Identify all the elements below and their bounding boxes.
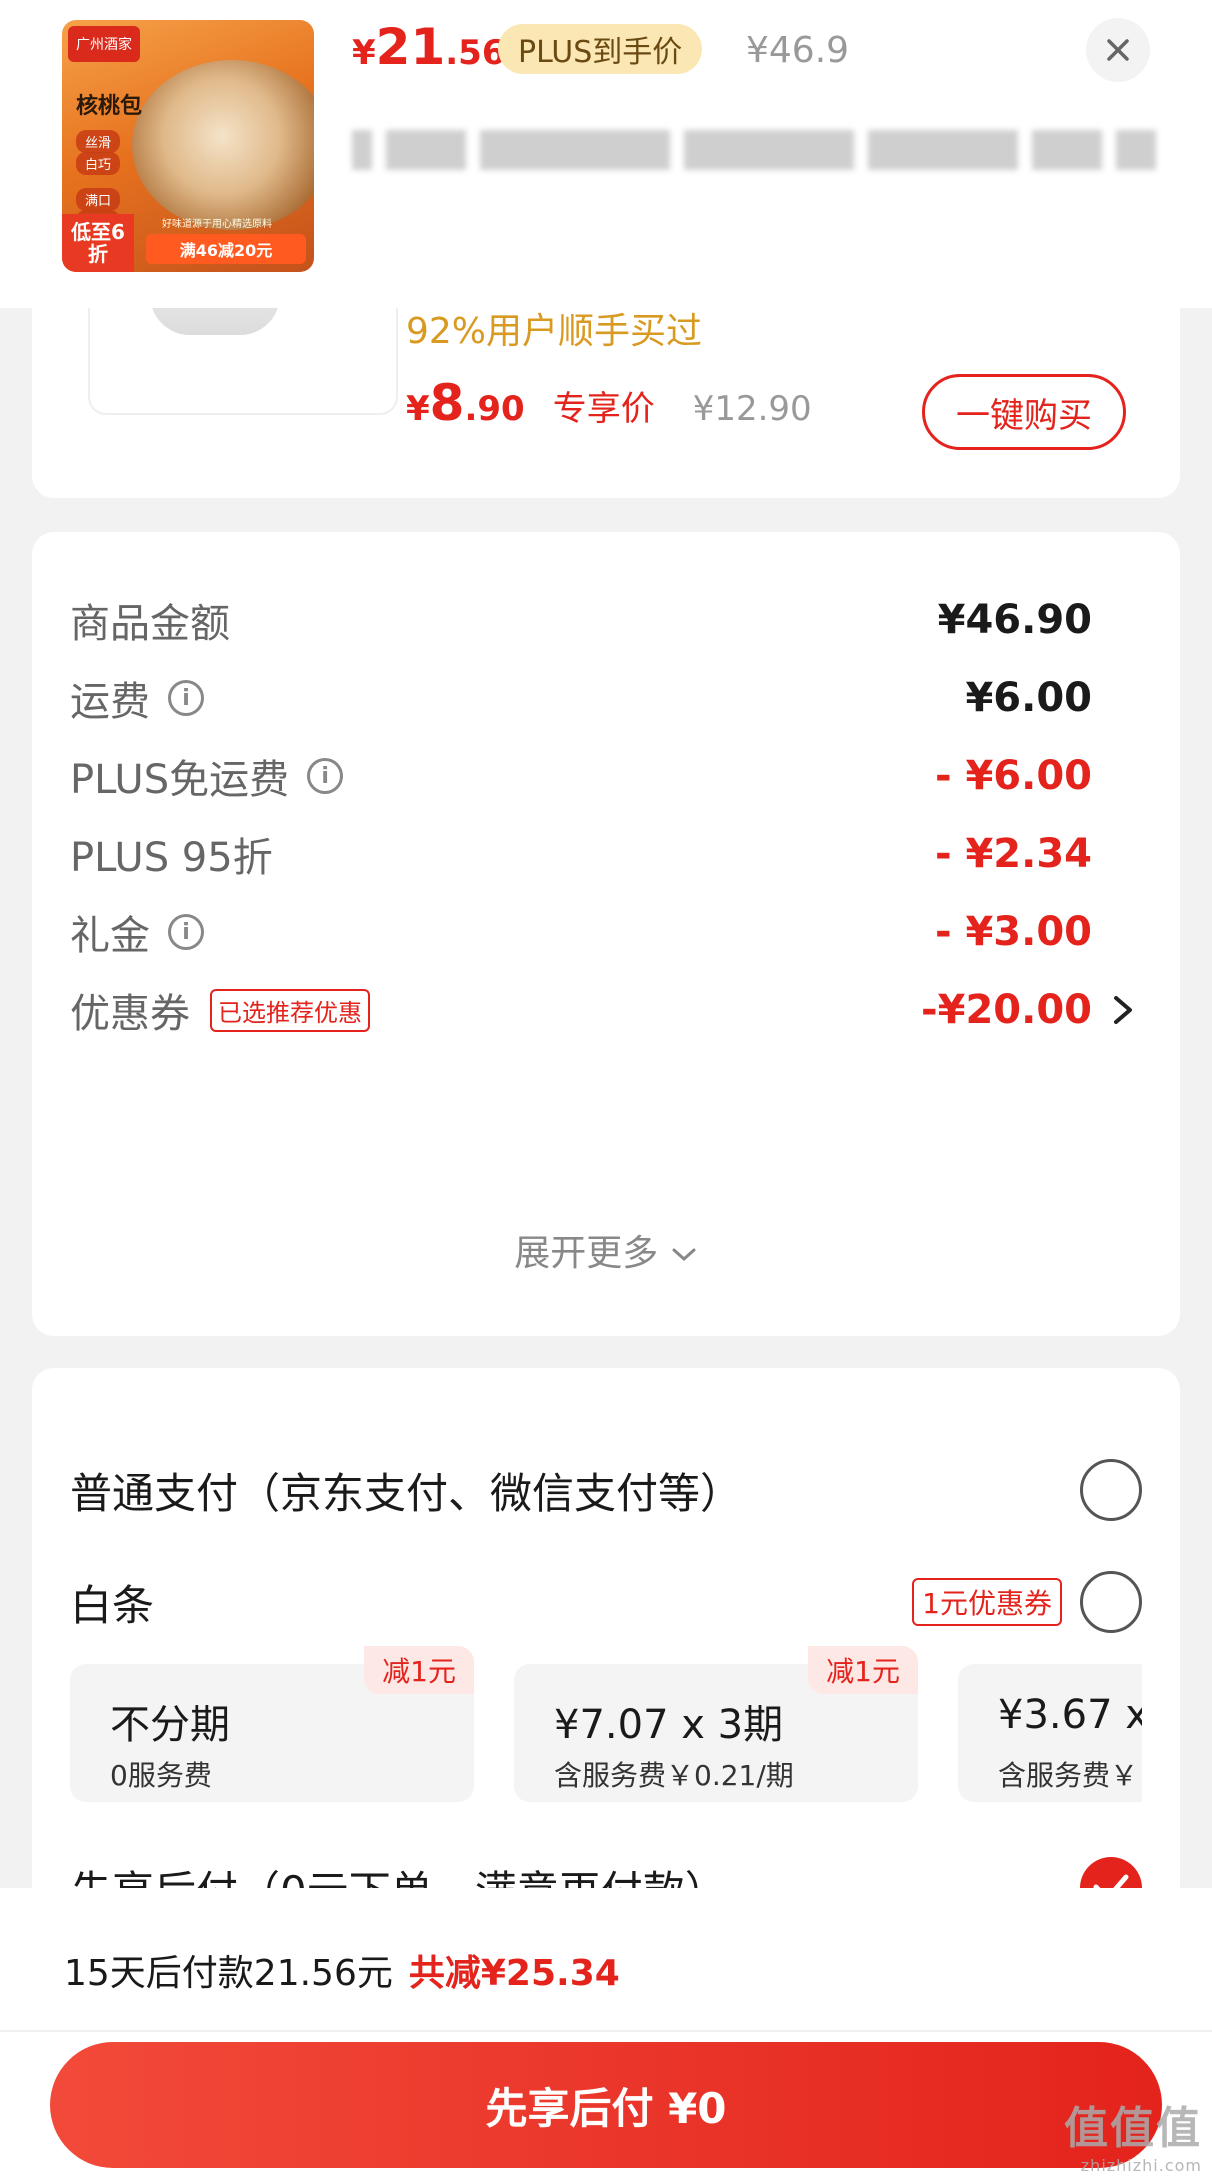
payment-option-label: 白条: [70, 1580, 155, 1630]
row-value: - ¥2.34: [934, 831, 1092, 877]
upsell-tip: 92%用户顺手买过: [406, 311, 703, 352]
row-label: 运费: [70, 679, 150, 725]
price-integer: 8: [429, 374, 465, 432]
radio-button[interactable]: [1080, 1571, 1142, 1633]
brand-logo: 广州酒家: [68, 26, 140, 62]
submit-label: 先享后付 ¥0: [485, 2083, 727, 2133]
payment-option-baitiao[interactable]: 白条 1元优惠券: [70, 1562, 1142, 1642]
watermark-url: zhizhizhi.com: [1080, 2156, 1202, 2175]
expand-more-label: 展开更多: [514, 1233, 659, 1274]
product-thumbnail[interactable]: 广州酒家 核桃包 丝滑 白巧 满口 酥香 好味道源于用心精选原料 低至6折 满4…: [62, 20, 314, 272]
summary-row-plus-discount: PLUS 95折 - ¥2.34: [70, 824, 1092, 884]
baitiao-coupon-tag: 1元优惠券: [912, 1578, 1062, 1626]
coupon-selected-tag: 已选推荐优惠: [210, 988, 370, 1032]
info-icon[interactable]: i: [168, 680, 204, 716]
watermark: 值值值 zhizhizhi.com: [1064, 2092, 1202, 2175]
plan-title: 不分期: [110, 1702, 230, 1748]
close-icon: [1107, 39, 1129, 61]
row-value: ¥6.00: [965, 675, 1092, 721]
row-label: PLUS 95折: [70, 835, 273, 881]
radio-button[interactable]: [1080, 1459, 1142, 1521]
pay-later-text: 15天后付款21.56元: [64, 1953, 393, 1994]
installment-plan[interactable]: 减1元 ¥7.07 x 3期 含服务费￥0.21/期: [514, 1646, 918, 1802]
thumbnail-feature: 满口: [76, 188, 120, 211]
close-button[interactable]: [1086, 18, 1150, 82]
plus-price-badge: PLUS到手价: [498, 24, 703, 74]
thumbnail-feature: 白巧: [76, 152, 120, 175]
payment-option-normal[interactable]: 普通支付（京东支付、微信支付等）: [70, 1450, 1142, 1530]
payment-method-card: 普通支付（京东支付、微信支付等） 白条 1元优惠券 减1元 不分期 0服务费 减…: [32, 1368, 1180, 1908]
thumbnail-feature: 丝滑: [76, 130, 120, 153]
price-symbol: ¥: [406, 389, 430, 429]
payment-option-label: 普通支付（京东支付、微信支付等）: [70, 1468, 743, 1518]
price-decimal: .90: [464, 389, 525, 429]
row-value: - ¥3.00: [934, 909, 1092, 955]
plan-title: ¥3.67 x: [998, 1692, 1142, 1738]
watermark-logo: 值值值: [1064, 2103, 1202, 2154]
plan-fee: 含服务费￥0.21/期: [554, 1759, 794, 1792]
price-summary-card: 商品金额 ¥46.90 运费 i ¥6.00 PLUS免运费 i - ¥6.00 P…: [32, 532, 1180, 1336]
one-click-buy-button[interactable]: 一键购买: [922, 374, 1126, 450]
product-header: 广州酒家 核桃包 丝滑 白巧 满口 酥香 好味道源于用心精选原料 低至6折 满4…: [0, 0, 1212, 308]
installment-plan[interactable]: ¥3.67 x 含服务费￥: [958, 1664, 1142, 1802]
upsell-price: ¥8.90 专享价 ¥12.90: [406, 374, 812, 432]
submit-order-button[interactable]: 先享后付 ¥0: [50, 2042, 1162, 2168]
row-label: 商品金额: [70, 601, 230, 647]
installment-plans: 减1元 不分期 0服务费 减1元 ¥7.07 x 3期 含服务费￥0.21/期 …: [70, 1646, 1142, 1806]
summary-row-gift-money: 礼金 i - ¥3.00: [70, 902, 1092, 962]
info-icon[interactable]: i: [307, 758, 344, 794]
plan-title: ¥7.07 x 3期: [554, 1702, 784, 1748]
price-symbol: ¥: [352, 33, 376, 73]
row-label: 礼金: [70, 913, 150, 959]
summary-row-coupon[interactable]: 优惠券 已选推荐优惠 -¥20.00: [70, 980, 1132, 1040]
row-value: ¥46.90: [937, 597, 1092, 643]
installment-plan[interactable]: 减1元 不分期 0服务费: [70, 1646, 474, 1802]
summary-row-shipping: 运费 i ¥6.00: [70, 668, 1092, 728]
payment-summary-line: 15天后付款21.56元 共减¥25.34: [64, 1944, 620, 1996]
row-label: 优惠券: [70, 991, 190, 1037]
chevron-down-icon: [672, 1248, 696, 1262]
row-value: - ¥6.00: [934, 753, 1092, 799]
exclusive-price-label: 专享价: [552, 389, 655, 429]
summary-row-plus-free-shipping: PLUS免运费 i - ¥6.00: [70, 746, 1092, 806]
plus-price: ¥21.56: [352, 18, 506, 76]
plan-discount-badge: 减1元: [808, 1646, 918, 1694]
info-icon[interactable]: i: [168, 914, 204, 950]
bread-image: [132, 60, 314, 230]
thumbnail-product-name: 核桃包: [76, 94, 143, 119]
summary-row-goods-amount: 商品金额 ¥46.90: [70, 590, 1092, 650]
promo-tag: 满46减20元: [146, 234, 306, 264]
row-label: PLUS免运费: [70, 757, 290, 803]
original-price: ¥46.9: [746, 30, 850, 71]
upsell-original-price: ¥12.90: [692, 389, 812, 429]
plan-discount-badge: 减1元: [364, 1646, 474, 1694]
plan-fee: 0服务费: [110, 1759, 212, 1792]
plan-fee: 含服务费￥: [998, 1759, 1139, 1792]
chevron-right-icon[interactable]: [1108, 990, 1138, 1030]
thumbnail-slogan: 好味道源于用心精选原料: [162, 219, 272, 230]
blurred-product-title: [352, 122, 1164, 178]
price-decimal: .56: [445, 33, 506, 73]
row-value: -¥20.00: [921, 987, 1092, 1033]
total-saved: 共减¥25.34: [408, 1953, 620, 1994]
checkout-bar: 15天后付款21.56元 共减¥25.34 先享后付 ¥0 值值值 zhizhi…: [0, 1888, 1212, 2181]
price-integer: 21: [375, 18, 446, 76]
discount-tag: 低至6折: [62, 214, 134, 272]
divider: [0, 2030, 1212, 2032]
expand-more-button[interactable]: 展开更多: [32, 1224, 1180, 1276]
